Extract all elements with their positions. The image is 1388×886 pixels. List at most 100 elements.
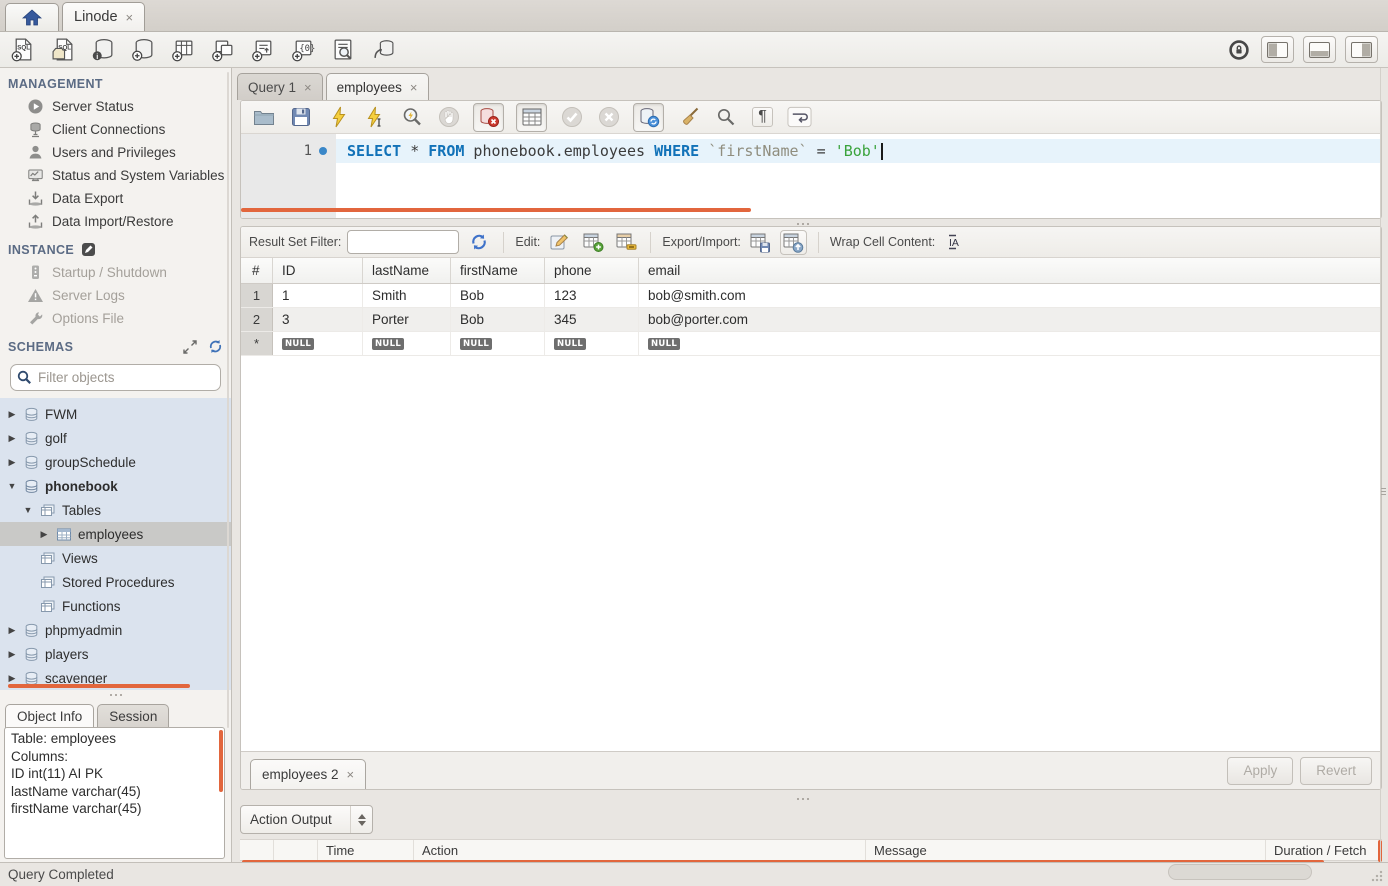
find-button[interactable] — [713, 105, 738, 130]
chevron-right-icon[interactable]: ▶ — [6, 673, 18, 684]
cell-email[interactable]: NULL — [639, 332, 1381, 355]
execute-current-statement-button[interactable] — [362, 105, 387, 130]
new-sql-tab-button[interactable]: SQL — [10, 36, 37, 63]
tree-item-schema-groupschedule[interactable]: ▶ groupSchedule — [0, 450, 231, 474]
save-script-button[interactable] — [288, 105, 313, 130]
cell-lastname[interactable]: NULL — [363, 332, 451, 355]
create-function-button[interactable]: {0} — [290, 36, 317, 63]
tab-connection-linode[interactable]: Linode × — [62, 2, 145, 31]
close-icon[interactable]: × — [126, 10, 134, 25]
tree-item-views[interactable]: Views — [0, 546, 231, 570]
create-table-button[interactable] — [170, 36, 197, 63]
toggle-stop-on-error-button[interactable] — [473, 103, 504, 132]
column-header-id[interactable]: ID — [273, 258, 363, 283]
revert-button[interactable]: Revert — [1300, 757, 1372, 785]
rollback-button[interactable] — [596, 105, 621, 130]
column-header-firstname[interactable]: firstName — [451, 258, 545, 283]
result-filter-input[interactable] — [347, 230, 459, 254]
tab-query-1[interactable]: Query 1 × — [237, 73, 323, 100]
create-schema-button[interactable] — [130, 36, 157, 63]
toggle-bottom-panel-button[interactable] — [1303, 36, 1336, 63]
tree-item-stored-procedures[interactable]: Stored Procedures — [0, 570, 231, 594]
insert-row-button[interactable] — [579, 230, 606, 255]
tree-item-functions[interactable]: Functions — [0, 594, 231, 618]
close-icon[interactable]: × — [347, 767, 355, 782]
close-icon[interactable]: × — [304, 80, 312, 95]
tree-item-table-employees[interactable]: ▶ employees — [0, 522, 231, 546]
column-header-lastname[interactable]: lastName — [363, 258, 451, 283]
schema-filter-input[interactable] — [38, 370, 215, 385]
tab-employees[interactable]: employees × — [326, 73, 429, 100]
sidebar-item-server-logs[interactable]: Server Logs — [0, 284, 231, 307]
tree-item-schema-golf[interactable]: ▶ golf — [0, 426, 231, 450]
sql-editor-body[interactable]: 1 SELECT * FROM phonebook.employees WHER… — [241, 134, 1381, 218]
cell-firstname[interactable]: NULL — [451, 332, 545, 355]
delete-row-button[interactable] — [612, 230, 639, 255]
refresh-schemas-icon[interactable] — [208, 339, 223, 354]
chevron-down-icon[interactable]: ▼ — [6, 481, 18, 491]
right-splitter-grip[interactable] — [1380, 484, 1386, 498]
toggle-invisible-characters-button[interactable]: ¶ — [750, 105, 775, 130]
tree-item-schema-phonebook[interactable]: ▼ phonebook — [0, 474, 231, 498]
output-type-select[interactable]: Action Output — [240, 805, 373, 834]
open-script-button[interactable] — [251, 105, 276, 130]
toggle-autocommit-button[interactable] — [633, 103, 664, 132]
tree-hscroll-thumb[interactable] — [8, 684, 190, 688]
tree-item-schema-fwm[interactable]: ▶ FWM — [0, 402, 231, 426]
close-icon[interactable]: × — [410, 80, 418, 95]
chevron-right-icon[interactable]: ▶ — [6, 649, 18, 660]
cell-lastname[interactable]: Smith — [363, 284, 451, 307]
edit-current-row-button[interactable] — [546, 230, 573, 255]
cell-phone[interactable]: 345 — [545, 308, 639, 331]
stop-query-button[interactable] — [436, 105, 461, 130]
limit-rows-button[interactable] — [516, 103, 547, 132]
chevron-right-icon[interactable]: ▶ — [6, 433, 18, 444]
toggle-right-panel-button[interactable] — [1345, 36, 1378, 63]
sidebar-item-client-connections[interactable]: Client Connections — [0, 118, 231, 141]
tree-item-tables[interactable]: ▼ Tables — [0, 498, 231, 522]
apply-button[interactable]: Apply — [1227, 757, 1293, 785]
toggle-word-wrap-button[interactable] — [787, 105, 812, 130]
row-number-cell[interactable]: 1 — [241, 284, 273, 307]
cell-id[interactable]: 1 — [273, 284, 363, 307]
tab-home[interactable] — [5, 3, 59, 31]
sidebar-item-users-privileges[interactable]: Users and Privileges — [0, 141, 231, 164]
import-records-button[interactable] — [780, 230, 807, 255]
chevron-right-icon[interactable]: ▶ — [6, 457, 18, 468]
cell-phone[interactable]: 123 — [545, 284, 639, 307]
sidebar-item-status-system-variables[interactable]: Status and System Variables — [0, 164, 231, 187]
row-number-cell[interactable]: 2 — [241, 308, 273, 331]
toggle-left-panel-button[interactable] — [1261, 36, 1294, 63]
sidebar-item-data-export[interactable]: Data Export — [0, 187, 231, 210]
open-sql-script-button[interactable]: SQL — [50, 36, 77, 63]
bottom-hscrollbar-thumb[interactable] — [1168, 864, 1312, 880]
beautify-script-button[interactable] — [676, 105, 701, 130]
cell-firstname[interactable]: Bob — [451, 284, 545, 307]
tab-session[interactable]: Session — [97, 704, 169, 728]
window-resize-grip[interactable] — [1370, 869, 1384, 883]
editor-hscroll-thumb[interactable] — [241, 208, 751, 212]
inspect-database-button[interactable]: i — [90, 36, 117, 63]
cell-firstname[interactable]: Bob — [451, 308, 545, 331]
cell-email[interactable]: bob@porter.com — [639, 308, 1381, 331]
object-info-vscroll-thumb[interactable] — [219, 730, 223, 792]
chevron-right-icon[interactable]: ▶ — [6, 409, 18, 420]
column-header-phone[interactable]: phone — [545, 258, 639, 283]
commit-button[interactable] — [559, 105, 584, 130]
chevron-right-icon[interactable]: ▶ — [38, 529, 50, 540]
chevron-down-icon[interactable]: ▼ — [22, 505, 34, 515]
execute-statement-button[interactable] — [325, 105, 350, 130]
cell-email[interactable]: bob@smith.com — [639, 284, 1381, 307]
sidebar-item-startup-shutdown[interactable]: Startup / Shutdown — [0, 261, 231, 284]
cell-id[interactable]: NULL — [273, 332, 363, 355]
explain-statement-button[interactable] — [399, 105, 424, 130]
tree-item-schema-players[interactable]: ▶ players — [0, 642, 231, 666]
cell-id[interactable]: 3 — [273, 308, 363, 331]
row-number-cell[interactable]: * — [241, 332, 273, 355]
cell-phone[interactable]: NULL — [545, 332, 639, 355]
create-view-button[interactable] — [210, 36, 237, 63]
reconnect-dbms-button[interactable] — [370, 36, 397, 63]
sql-line-1[interactable]: SELECT * FROM phonebook.employees WHERE … — [336, 139, 1381, 163]
sidebar-item-server-status[interactable]: Server Status — [0, 95, 231, 118]
tree-item-schema-phpmyadmin[interactable]: ▶ phpmyadmin — [0, 618, 231, 642]
